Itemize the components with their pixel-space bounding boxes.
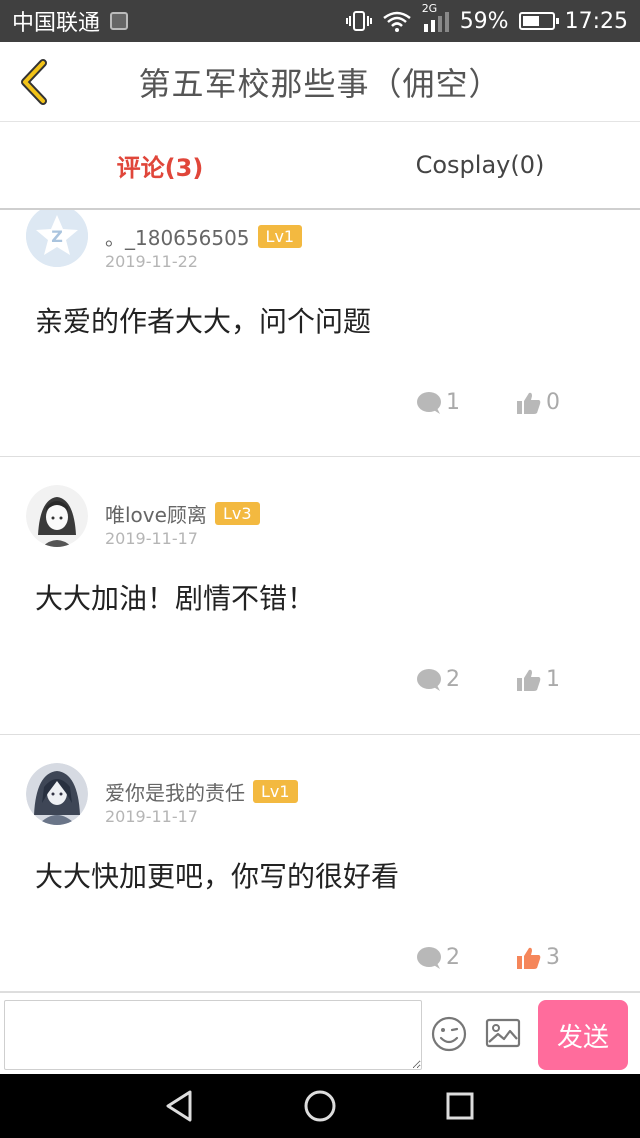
comment-actions: 2 3 [416,945,560,970]
comment-date: 2019-11-17 [105,529,198,548]
default-avatar-icon: Z [26,210,88,267]
image-button[interactable] [485,1017,521,1049]
comment-bubble-icon [417,946,441,969]
page-title: 第五军校那些事（佣空） [138,64,502,103]
battery-percent: 59% [459,8,509,34]
avatar[interactable]: Z [26,210,88,267]
triangle-back-icon [166,1090,192,1122]
clock: 17:25 [564,8,628,34]
network-type: 2G [421,2,438,15]
nav-home-button[interactable] [298,1084,342,1128]
chevron-left-icon [21,59,47,105]
comment-header: 爱你是我的责任 Lv1 [105,777,298,806]
comment-header: 唯love顾离 Lv3 [105,499,260,528]
avatar[interactable] [26,763,88,825]
reply-count: 2 [446,667,460,692]
square-recents-icon [446,1092,474,1120]
anime-girl-avatar [26,485,88,547]
header-bar: 第五军校那些事（佣空） [0,42,640,122]
tab-comments[interactable]: 评论(3) [0,122,320,208]
thumbs-up-icon [517,947,541,969]
comment-actions: 2 1 [416,667,560,692]
comment-input[interactable] [4,1000,422,1070]
smiley-icon [431,1016,467,1052]
like-count: 0 [546,390,560,415]
avatar[interactable] [26,485,88,547]
comment-header: 。_180656505 Lv1 [105,222,303,251]
picture-icon [485,1018,521,1048]
like-count: 3 [546,945,560,970]
reply-count: 2 [446,945,460,970]
reply-button[interactable]: 1 [416,390,460,415]
comment-item: 唯love顾离 Lv3 2019-11-17 大大加油！剧情不错！ 2 1 [0,457,640,735]
thumbs-up-icon [517,392,541,414]
comment-date: 2019-11-22 [105,252,198,271]
comment-list[interactable]: Z 。_180656505 Lv1 2019-11-22 亲爱的作者大大，问个问… [0,210,640,992]
vibrate-icon [345,10,372,32]
comment-text: 亲爱的作者大大，问个问题 [35,305,372,338]
username[interactable]: 唯love顾离 [105,499,207,528]
svg-text:Z: Z [51,227,63,246]
nav-recents-button[interactable] [438,1084,482,1128]
comment-item: 爱你是我的责任 Lv1 2019-11-17 大大快加更吧，你写的很好看 2 3 [0,735,640,992]
signal-icon: 2G [422,2,450,32]
comment-item: Z 。_180656505 Lv1 2019-11-22 亲爱的作者大大，问个问… [0,210,640,457]
battery-icon [518,12,559,30]
status-bar: 中国联通 2G 59% 17:25 [0,0,640,42]
level-badge: Lv1 [257,225,303,248]
comment-text: 大大加油！剧情不错！ [35,582,316,615]
username[interactable]: 爱你是我的责任 [105,777,245,806]
reply-button[interactable]: 2 [416,667,460,692]
level-badge: Lv3 [214,502,260,525]
comment-actions: 1 0 [416,390,560,415]
username[interactable]: 。_180656505 [105,222,250,251]
send-button[interactable]: 发送 [538,1000,628,1070]
carrier-name: 中国联通 [12,11,101,36]
nav-back-button[interactable] [158,1084,202,1128]
comment-date: 2019-11-17 [105,807,198,826]
circle-home-icon [304,1090,336,1122]
reply-count: 1 [446,390,460,415]
thumbs-up-icon [517,669,541,691]
tab-bar: 评论(3) Cosplay(0) [0,122,640,210]
reply-button[interactable]: 2 [416,945,460,970]
comment-text: 大大快加更吧，你写的很好看 [35,860,400,893]
emoji-button[interactable] [430,1015,468,1053]
back-button[interactable] [14,58,54,106]
like-button[interactable]: 3 [516,945,560,970]
comment-bubble-icon [417,391,441,414]
anime-character-avatar [26,763,88,825]
like-button[interactable]: 1 [516,667,560,692]
level-badge: Lv1 [253,780,298,803]
wifi-icon [382,10,412,32]
image-notification-icon [110,12,129,30]
like-count: 1 [546,667,560,692]
comment-composer: 发送 [0,992,640,1074]
like-button[interactable]: 0 [516,390,560,415]
comment-bubble-icon [417,668,441,691]
tab-cosplay[interactable]: Cosplay(0) [320,122,640,208]
system-nav-bar [0,1074,640,1138]
